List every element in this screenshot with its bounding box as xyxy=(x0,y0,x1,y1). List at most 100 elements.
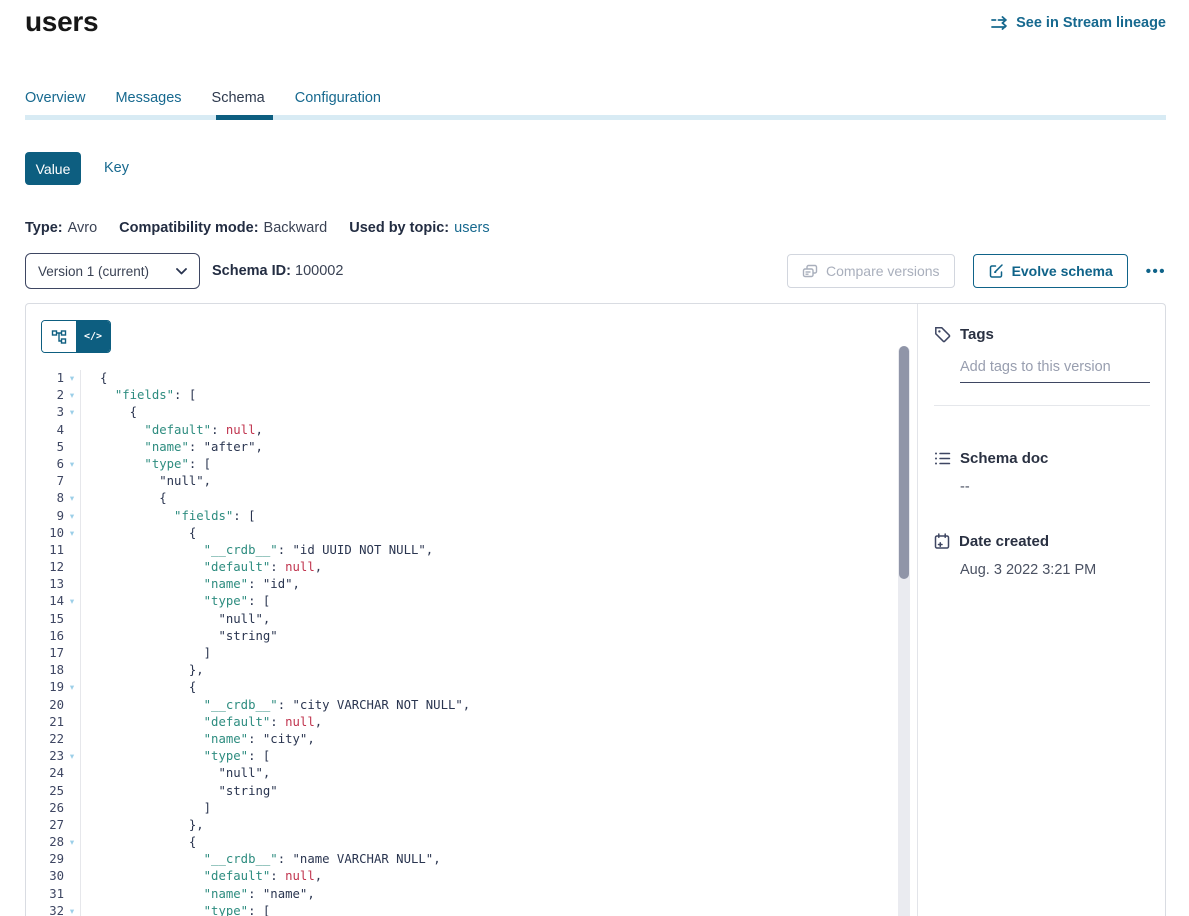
code-line: 11 "__crdb__": "id UUID NOT NULL", xyxy=(26,542,893,559)
tags-input[interactable] xyxy=(960,359,1150,383)
code-text: { xyxy=(81,679,196,696)
code-line: 15 "null", xyxy=(26,611,893,628)
schema-doc-value: -- xyxy=(960,479,1150,495)
code-line: 12 "default": null, xyxy=(26,559,893,576)
fold-arrow-icon[interactable]: ▾ xyxy=(64,903,81,916)
code-text: }, xyxy=(81,662,204,679)
code-text: "type": [ xyxy=(81,748,270,765)
fold-arrow-icon[interactable]: ▾ xyxy=(64,593,81,610)
scrollbar-thumb[interactable] xyxy=(899,346,909,579)
code-line: 32▾ "type": [ xyxy=(26,903,893,916)
code-text: "string" xyxy=(81,628,278,645)
code-line: 1▾{ xyxy=(26,370,893,387)
line-number: 26 xyxy=(26,800,64,817)
code-text: "__crdb__": "city VARCHAR NOT NULL", xyxy=(81,697,470,714)
code-line: 21 "default": null, xyxy=(26,714,893,731)
evolve-schema-button[interactable]: Evolve schema xyxy=(973,254,1128,288)
schema-sidebar: Tags Schema doc -- xyxy=(918,304,1166,916)
fold-arrow-icon[interactable]: ▾ xyxy=(64,748,81,765)
view-toggle: </> xyxy=(41,320,111,353)
fold-gutter xyxy=(64,473,81,490)
line-number: 20 xyxy=(26,697,64,714)
code-text: "default": null, xyxy=(81,868,322,885)
code-text: "null", xyxy=(81,765,270,782)
code-line: 25 "string" xyxy=(26,783,893,800)
code-line: 29 "__crdb__": "name VARCHAR NULL", xyxy=(26,851,893,868)
code-line: 5 "name": "after", xyxy=(26,439,893,456)
code-view-button[interactable]: </> xyxy=(76,321,110,352)
code-text: "type": [ xyxy=(81,593,270,610)
fold-gutter xyxy=(64,851,81,868)
tree-view-button[interactable] xyxy=(42,321,76,352)
fold-arrow-icon[interactable]: ▾ xyxy=(64,490,81,507)
schema-doc-icon xyxy=(934,451,951,466)
code-line: 9▾ "fields": [ xyxy=(26,508,893,525)
line-number: 21 xyxy=(26,714,64,731)
code-text: "name": "after", xyxy=(81,439,263,456)
version-select[interactable]: Version 1 (current) xyxy=(25,253,200,289)
line-number: 24 xyxy=(26,765,64,782)
line-number: 11 xyxy=(26,542,64,559)
fold-arrow-icon[interactable]: ▾ xyxy=(64,508,81,525)
schema-id-value: 100002 xyxy=(295,263,343,279)
code-line: 17 ] xyxy=(26,645,893,662)
code-text: ] xyxy=(81,800,211,817)
tab-configuration[interactable]: Configuration xyxy=(295,90,381,106)
fold-gutter xyxy=(64,662,81,679)
fold-gutter xyxy=(64,783,81,800)
code-line: 22 "name": "city", xyxy=(26,731,893,748)
value-toggle-button[interactable]: Value xyxy=(25,152,81,185)
key-toggle-button[interactable]: Key xyxy=(104,160,129,176)
fold-arrow-icon[interactable]: ▾ xyxy=(64,370,81,387)
stream-lineage-link[interactable]: See in Stream lineage xyxy=(991,15,1166,31)
code-lines: 1▾{2▾ "fields": [3▾ {4 "default": null,5… xyxy=(26,370,893,916)
more-options-button[interactable]: ••• xyxy=(1146,263,1166,280)
code-line: 3▾ { xyxy=(26,404,893,421)
fold-gutter xyxy=(64,765,81,782)
line-number: 8 xyxy=(26,490,64,507)
line-number: 14 xyxy=(26,593,64,610)
fold-arrow-icon[interactable]: ▾ xyxy=(64,387,81,404)
code-text: "null", xyxy=(81,473,211,490)
line-number: 7 xyxy=(26,473,64,490)
tab-schema[interactable]: Schema xyxy=(212,90,265,106)
fold-gutter xyxy=(64,731,81,748)
code-line: 26 ] xyxy=(26,800,893,817)
line-number: 16 xyxy=(26,628,64,645)
tag-icon xyxy=(934,326,951,343)
editor-scrollbar[interactable] xyxy=(898,346,910,916)
code-line: 16 "string" xyxy=(26,628,893,645)
code-text: { xyxy=(81,404,137,421)
tags-heading: Tags xyxy=(960,326,994,343)
version-bar: Version 1 (current) Schema ID: 100002 Co… xyxy=(25,253,1166,289)
line-number: 25 xyxy=(26,783,64,800)
line-number: 28 xyxy=(26,834,64,851)
code-text: }, xyxy=(81,817,204,834)
compatibility-value: Backward xyxy=(264,220,328,236)
code-editor: </> 1▾{2▾ "fields": [3▾ {4 "default": nu… xyxy=(26,304,918,916)
tab-overview[interactable]: Overview xyxy=(25,90,85,106)
code-text: "fields": [ xyxy=(81,508,256,525)
fold-gutter xyxy=(64,422,81,439)
version-select-value: Version 1 (current) xyxy=(38,264,149,279)
date-created-icon xyxy=(934,533,950,550)
tags-section: Tags xyxy=(934,326,1150,406)
fold-arrow-icon[interactable]: ▾ xyxy=(64,404,81,421)
topic-link[interactable]: users xyxy=(454,220,489,236)
fold-gutter xyxy=(64,868,81,885)
code-text: "name": "city", xyxy=(81,731,315,748)
date-created-value: Aug. 3 2022 3:21 PM xyxy=(960,562,1150,578)
code-line: 24 "null", xyxy=(26,765,893,782)
code-text: { xyxy=(81,525,196,542)
chevron-down-icon xyxy=(176,268,187,275)
code-text: "name": "id", xyxy=(81,576,300,593)
code-line: 31 "name": "name", xyxy=(26,886,893,903)
code-text: ] xyxy=(81,645,211,662)
compare-versions-button[interactable]: Compare versions xyxy=(787,254,955,288)
fold-arrow-icon[interactable]: ▾ xyxy=(64,834,81,851)
tab-messages[interactable]: Messages xyxy=(115,90,181,106)
fold-arrow-icon[interactable]: ▾ xyxy=(64,525,81,542)
fold-arrow-icon[interactable]: ▾ xyxy=(64,456,81,473)
code-line: 13 "name": "id", xyxy=(26,576,893,593)
fold-arrow-icon[interactable]: ▾ xyxy=(64,679,81,696)
